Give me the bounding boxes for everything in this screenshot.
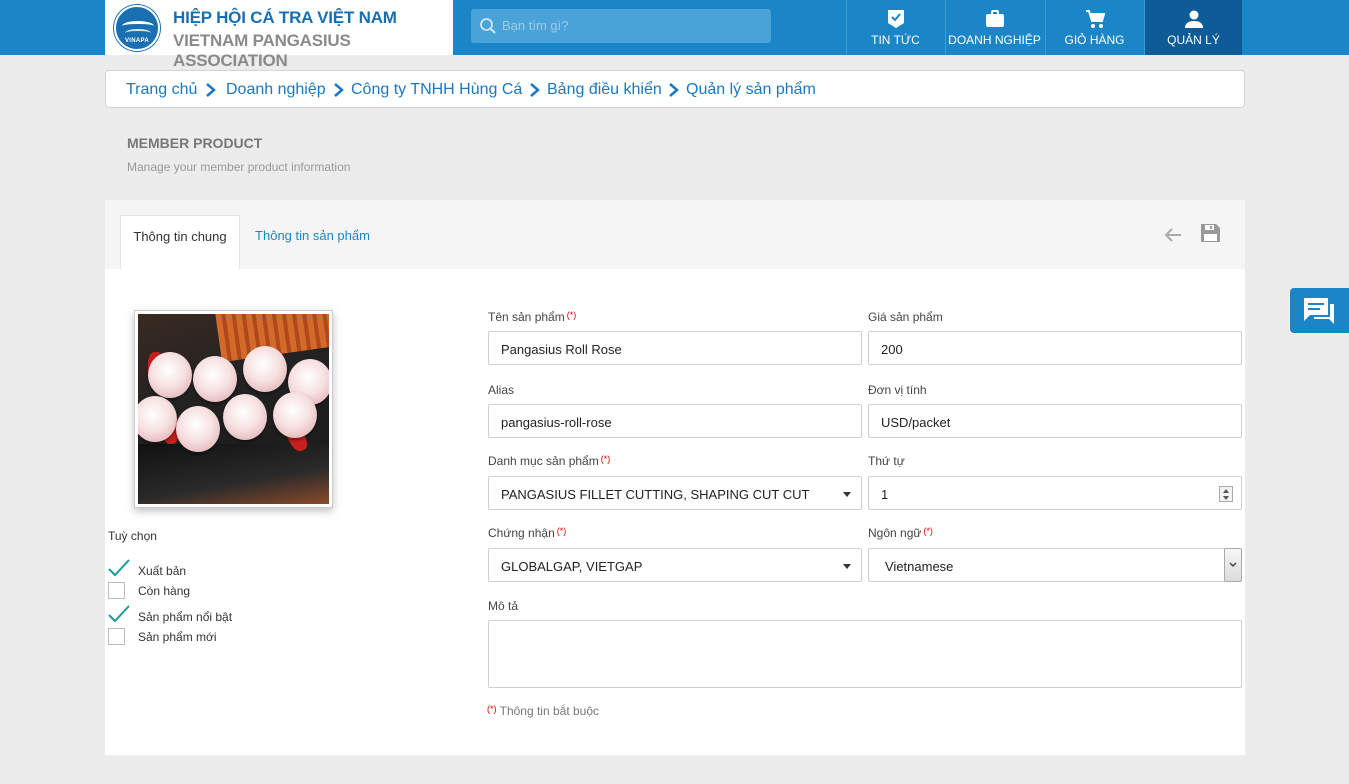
category-value: PANGASIUS FILLET CUTTING, SHAPING CUT CU…: [501, 487, 810, 502]
top-navbar: VINAPA HIỆP HỘI CÁ TRA VIỆT NAM VIETNAM …: [0, 0, 1349, 70]
product-price-label: Giá sản phẩm: [868, 310, 943, 324]
language-label: Ngôn ngữ (*): [868, 526, 933, 540]
product-form-card: Thông tin chung Thông tin sản phẩm Tuỳ c…: [105, 200, 1245, 755]
nav-news[interactable]: TIN TỨC: [846, 0, 944, 55]
checkmark-icon[interactable]: [108, 558, 130, 578]
chevron-right-icon: [206, 83, 216, 97]
checkbox-in-stock[interactable]: [108, 582, 125, 599]
product-name-label: Tên sản phẩm (*): [488, 310, 577, 324]
order-value: 1: [881, 487, 889, 502]
logo[interactable]: VINAPA HIỆP HỘI CÁ TRA VIỆT NAM VIETNAM …: [105, 0, 453, 70]
spinner-icon[interactable]: [1219, 486, 1233, 502]
product-price-input[interactable]: 200: [868, 331, 1242, 365]
certification-label: Chứng nhận (*): [488, 526, 567, 540]
chevron-right-icon: [669, 83, 679, 97]
chevron-right-icon: [530, 83, 540, 97]
chevron-right-icon: [334, 83, 344, 97]
option-in-stock-label: Còn hàng: [138, 584, 191, 598]
alias-label: Alias: [488, 383, 515, 397]
tab-general-info[interactable]: Thông tin chung: [120, 215, 240, 269]
nav-news-label: TIN TỨC: [871, 33, 920, 47]
nav-manage[interactable]: QUẢN LÝ: [1144, 0, 1242, 55]
chat-button[interactable]: [1290, 288, 1349, 333]
breadcrumb: Trang chủ Doanh nghiệp Công ty TNHH Hùng…: [105, 70, 1245, 108]
user-icon: [1184, 10, 1203, 28]
breadcrumb-dashboard[interactable]: Bảng điều khiển: [547, 81, 662, 99]
breadcrumb-company[interactable]: Công ty TNHH Hùng Cá: [351, 81, 522, 99]
search-icon: [480, 18, 496, 34]
breadcrumb-home[interactable]: Trang chủ: [126, 81, 197, 99]
product-name-input[interactable]: Pangasius Roll Rose: [488, 331, 862, 365]
description-label: Mô tả: [488, 599, 519, 613]
tab-product-info[interactable]: Thông tin sản phẩm: [245, 215, 380, 269]
checkmark-icon[interactable]: [108, 604, 130, 624]
language-value: Vietnamese: [885, 559, 954, 574]
option-featured-label: Sản phẩm nổi bật: [138, 610, 233, 624]
category-select[interactable]: PANGASIUS FILLET CUTTING, SHAPING CUT CU…: [488, 476, 862, 510]
language-select[interactable]: Vietnamese: [868, 548, 1242, 582]
product-image[interactable]: [134, 310, 333, 508]
alias-input[interactable]: pangasius-roll-rose: [488, 404, 862, 438]
caret-down-icon: [843, 564, 851, 569]
logo-title-en: VIETNAM PANGASIUS ASSOCIATION: [173, 31, 351, 70]
order-stepper[interactable]: 1: [868, 476, 1242, 510]
save-icon[interactable]: [1200, 223, 1221, 243]
unit-input[interactable]: USD/packet: [868, 404, 1242, 438]
logo-title-vi: HIỆP HỘI CÁ TRA VIỆT NAM: [173, 8, 397, 27]
arrow-left-icon[interactable]: [1163, 226, 1183, 244]
briefcase-icon: [985, 10, 1004, 27]
page-title: MEMBER PRODUCT: [127, 135, 263, 151]
caret-down-icon: [843, 492, 851, 497]
chevron-down-icon: [1229, 562, 1237, 568]
certification-select[interactable]: GLOBALGAP, VIETGAP: [488, 548, 862, 582]
checkbox-new[interactable]: [108, 628, 125, 645]
search-input[interactable]: Bạn tìm gì?: [471, 9, 771, 43]
vinapa-emblem-icon: VINAPA: [114, 5, 160, 51]
chat-icon: [1304, 298, 1334, 324]
option-new-label: Sản phẩm mới: [138, 630, 217, 644]
breadcrumb-product-management[interactable]: Quản lý sản phẩm: [686, 81, 816, 99]
nav-cart[interactable]: GIỎ HÀNG: [1045, 0, 1143, 55]
certification-value: GLOBALGAP, VIETGAP: [501, 559, 643, 574]
search-placeholder: Bạn tìm gì?: [502, 18, 569, 33]
nav-manage-label: QUẢN LÝ: [1167, 33, 1220, 47]
news-check-icon: [887, 10, 904, 28]
category-label: Danh mục sản phẩm (*): [488, 454, 611, 468]
nav-cart-label: GIỎ HÀNG: [1064, 33, 1125, 47]
tab-bar: Thông tin chung Thông tin sản phẩm: [105, 200, 1245, 269]
nav-business[interactable]: DOANH NGHIỆP: [945, 0, 1043, 55]
description-textarea[interactable]: [488, 620, 1242, 688]
order-label: Thứ tự: [868, 454, 905, 468]
breadcrumb-business[interactable]: Doanh nghiệp: [226, 81, 326, 99]
dropdown-button[interactable]: [1224, 548, 1242, 582]
unit-label: Đơn vị tính: [868, 383, 927, 397]
cart-icon: [1085, 10, 1105, 28]
option-publish-label: Xuất bản: [138, 564, 187, 578]
page-subtitle: Manage your member product information: [127, 160, 351, 174]
required-note: (*) Thông tin bắt buộc: [487, 704, 600, 718]
nav-business-label: DOANH NGHIỆP: [948, 33, 1041, 47]
options-title: Tuỳ chọn: [108, 529, 157, 543]
